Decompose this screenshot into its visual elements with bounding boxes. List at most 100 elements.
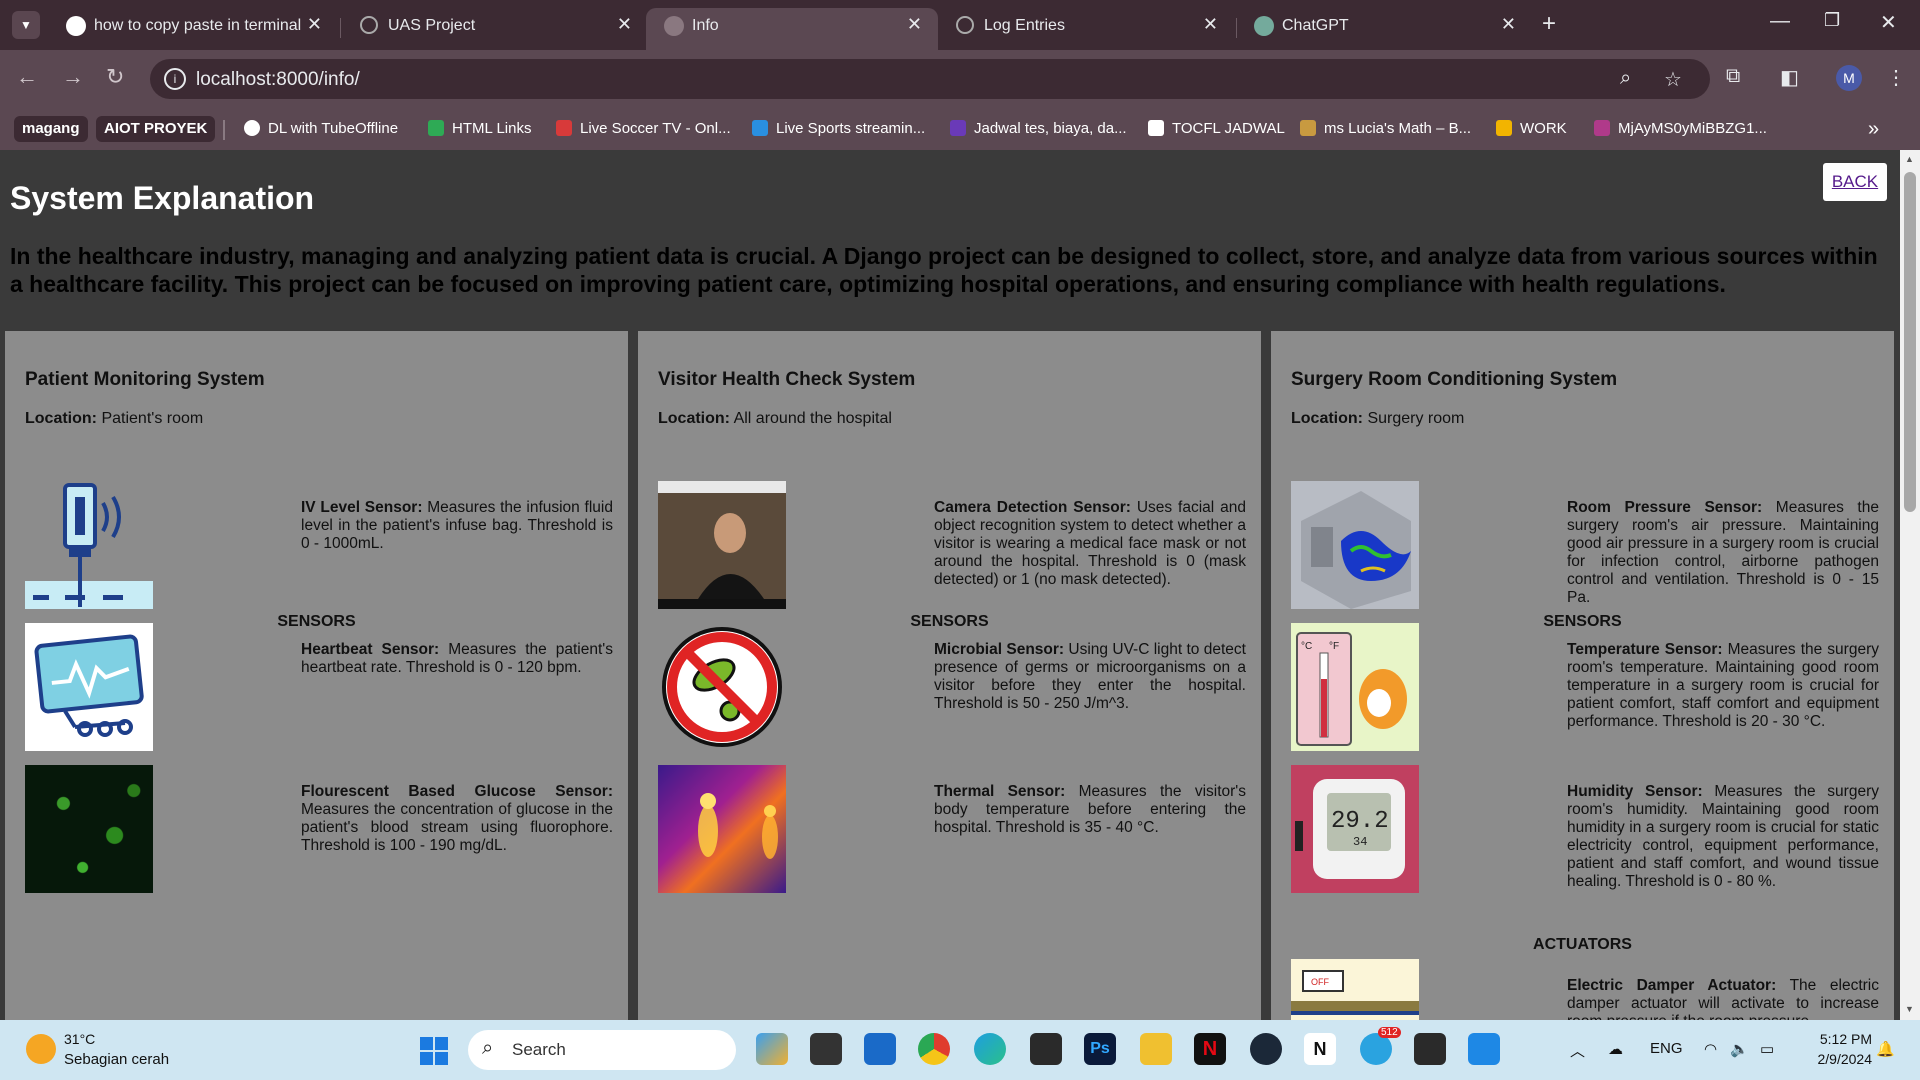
tab-uas-project[interactable]: UAS Project ✕ bbox=[342, 8, 648, 50]
site-info-icon[interactable]: i bbox=[164, 68, 186, 90]
location-label: Location: bbox=[25, 410, 97, 427]
tab-log-entries[interactable]: Log Entries ✕ bbox=[938, 8, 1234, 50]
chrome-icon[interactable] bbox=[918, 1033, 950, 1065]
telegram-icon[interactable]: 512 bbox=[1360, 1027, 1401, 1065]
file-explorer-icon[interactable] bbox=[1140, 1033, 1172, 1065]
photoshop-icon[interactable]: Ps bbox=[1084, 1033, 1116, 1065]
bookmark-live-sports[interactable]: Live Sports streamin... bbox=[752, 116, 925, 142]
celsius-label: °C bbox=[1301, 641, 1312, 652]
url-text[interactable]: localhost:8000/info/ bbox=[196, 69, 360, 91]
sensor-description: Thermal Sensor: Measures the visitor's b… bbox=[934, 783, 1246, 837]
sports-stream-icon bbox=[752, 120, 768, 136]
page-scrollbar[interactable]: ▲ ▼ bbox=[1900, 150, 1920, 1020]
bookmark-math[interactable]: ms Lucia's Math – B... bbox=[1300, 116, 1471, 142]
actuator-name: Electric Damper Actuator: bbox=[1567, 977, 1777, 994]
new-tab-plus-icon[interactable]: + bbox=[1542, 10, 1556, 38]
scroll-down-arrow-icon[interactable]: ▼ bbox=[1905, 1004, 1914, 1014]
sensor-description: IV Level Sensor: Measures the infusion f… bbox=[301, 499, 613, 553]
bookmark-folder-aiot[interactable]: AIOT PROYEK bbox=[96, 116, 216, 142]
extensions-puzzle-icon[interactable]: ⧉ bbox=[1726, 65, 1740, 88]
onedrive-cloud-icon[interactable]: ☁ bbox=[1608, 1040, 1623, 1058]
sensor-name: Camera Detection Sensor: bbox=[934, 499, 1131, 516]
tab-chatgpt[interactable]: ChatGPT ✕ bbox=[1236, 8, 1532, 50]
taskbar-search-box[interactable]: ⌕ Search bbox=[468, 1030, 736, 1070]
address-bar[interactable]: i localhost:8000/info/ ⌕ ☆ bbox=[150, 59, 1710, 99]
site-icon bbox=[1594, 120, 1610, 136]
minimize-icon[interactable]: — bbox=[1770, 10, 1790, 33]
more-bookmarks-chevron-icon[interactable]: » bbox=[1868, 116, 1879, 142]
damper-image: OFF bbox=[1291, 959, 1419, 1020]
copilot-icon[interactable] bbox=[756, 1033, 788, 1065]
tab-google-search[interactable]: how to copy paste in terminal - ✕ bbox=[48, 8, 338, 50]
edge-icon[interactable] bbox=[974, 1033, 1006, 1065]
show-hidden-chevron-icon[interactable]: ︿ bbox=[1570, 1040, 1585, 1061]
weather-description[interactable]: Sebagian cerah bbox=[64, 1051, 169, 1068]
volume-icon[interactable]: 🔈 bbox=[1730, 1040, 1749, 1058]
task-view-icon[interactable] bbox=[810, 1033, 842, 1065]
bookmark-label: ms Lucia's Math – B... bbox=[1324, 120, 1472, 137]
battery-icon[interactable]: ▭ bbox=[1760, 1040, 1774, 1058]
bookmark-live-soccer[interactable]: Live Soccer TV - Onl... bbox=[556, 116, 731, 142]
wifi-icon[interactable]: ◠ bbox=[1704, 1040, 1717, 1058]
netflix-icon[interactable]: N bbox=[1194, 1033, 1226, 1065]
scroll-up-arrow-icon[interactable]: ▲ bbox=[1905, 154, 1914, 164]
location-value: All around the hospital bbox=[733, 410, 892, 427]
partly-sunny-icon[interactable] bbox=[26, 1034, 56, 1064]
bookmark-tocfl[interactable]: TOCFL JADWAL bbox=[1148, 116, 1285, 142]
vscode-icon[interactable] bbox=[1468, 1033, 1500, 1065]
notion-icon[interactable]: N bbox=[1304, 1033, 1336, 1065]
profile-avatar[interactable]: M bbox=[1836, 65, 1862, 91]
telegram-unread-badge: 512 bbox=[1378, 1027, 1401, 1038]
close-tab-icon[interactable]: ✕ bbox=[617, 14, 632, 35]
close-tab-icon[interactable]: ✕ bbox=[307, 14, 322, 35]
tab-info[interactable]: Info ✕ bbox=[646, 8, 938, 50]
close-tab-icon[interactable]: ✕ bbox=[907, 14, 922, 35]
side-panel-icon[interactable]: ◧ bbox=[1780, 65, 1799, 90]
notification-bell-icon[interactable]: 🔔 bbox=[1876, 1040, 1895, 1058]
forward-arrow-icon[interactable]: → bbox=[62, 64, 84, 90]
mail-icon[interactable] bbox=[864, 1033, 896, 1065]
sensor-name: Flourescent Based Glucose Sensor: bbox=[301, 783, 613, 800]
terminal-icon[interactable] bbox=[1414, 1033, 1446, 1065]
sensor-description: Humidity Sensor: Measures the surgery ro… bbox=[1567, 783, 1879, 891]
bookmark-label: DL with TubeOffline bbox=[268, 120, 399, 137]
system-location: Location: Patient's room bbox=[25, 410, 203, 428]
windows-start-icon[interactable] bbox=[420, 1037, 448, 1065]
scrollbar-thumb[interactable] bbox=[1904, 172, 1916, 512]
bookmark-jadwal-tes[interactable]: Jadwal tes, biaya, da... bbox=[950, 116, 1127, 142]
unity-icon[interactable] bbox=[1030, 1033, 1062, 1065]
clock-date[interactable]: 2/9/2024 bbox=[1792, 1051, 1873, 1067]
language-indicator[interactable]: ENG bbox=[1650, 1040, 1683, 1057]
clock-time[interactable]: 5:12 PM bbox=[1808, 1031, 1872, 1047]
tab-title: how to copy paste in terminal - bbox=[94, 17, 304, 34]
chatgpt-favicon-icon bbox=[1254, 16, 1274, 36]
bookmark-mjaym[interactable]: MjAyMS0yMiBBZG1... bbox=[1594, 116, 1767, 142]
close-window-icon[interactable]: ✕ bbox=[1880, 10, 1897, 35]
loading-spinner-icon bbox=[360, 16, 378, 34]
sensor-name: IV Level Sensor: bbox=[301, 499, 423, 516]
bookmark-star-icon[interactable]: ☆ bbox=[1664, 67, 1682, 92]
menu-kebab-icon[interactable]: ⋮ bbox=[1886, 65, 1906, 90]
tab-search-chevron-icon[interactable]: ▼ bbox=[12, 11, 40, 39]
search-icon: ⌕ bbox=[482, 1037, 494, 1059]
bookmark-work[interactable]: WORK bbox=[1496, 116, 1567, 142]
page-title: System Explanation bbox=[10, 180, 315, 216]
bookmark-html-links[interactable]: HTML Links bbox=[428, 116, 531, 142]
reload-icon[interactable]: ↻ bbox=[106, 64, 124, 90]
restore-icon[interactable]: ❐ bbox=[1824, 10, 1840, 31]
google-drive-icon bbox=[1496, 120, 1512, 136]
bookmark-folder-magang[interactable]: magang bbox=[14, 116, 88, 142]
zoom-magnifier-icon[interactable]: ⌕ bbox=[1620, 67, 1631, 90]
bookmark-tubeoffline[interactable]: DL with TubeOffline bbox=[244, 116, 398, 142]
back-arrow-icon[interactable]: ← bbox=[16, 64, 38, 90]
steam-icon[interactable] bbox=[1250, 1033, 1282, 1065]
system-title: Patient Monitoring System bbox=[25, 369, 265, 390]
sensor-description: Flourescent Based Glucose Sensor: Measur… bbox=[301, 783, 613, 855]
tubeoffline-icon bbox=[244, 120, 260, 136]
close-tab-icon[interactable]: ✕ bbox=[1501, 14, 1516, 35]
bookmark-label: WORK bbox=[1520, 120, 1567, 137]
location-label: Location: bbox=[658, 410, 730, 427]
close-tab-icon[interactable]: ✕ bbox=[1203, 14, 1218, 35]
back-button[interactable]: BACK bbox=[1823, 163, 1887, 201]
weather-temperature[interactable]: 31°C bbox=[64, 1031, 95, 1047]
